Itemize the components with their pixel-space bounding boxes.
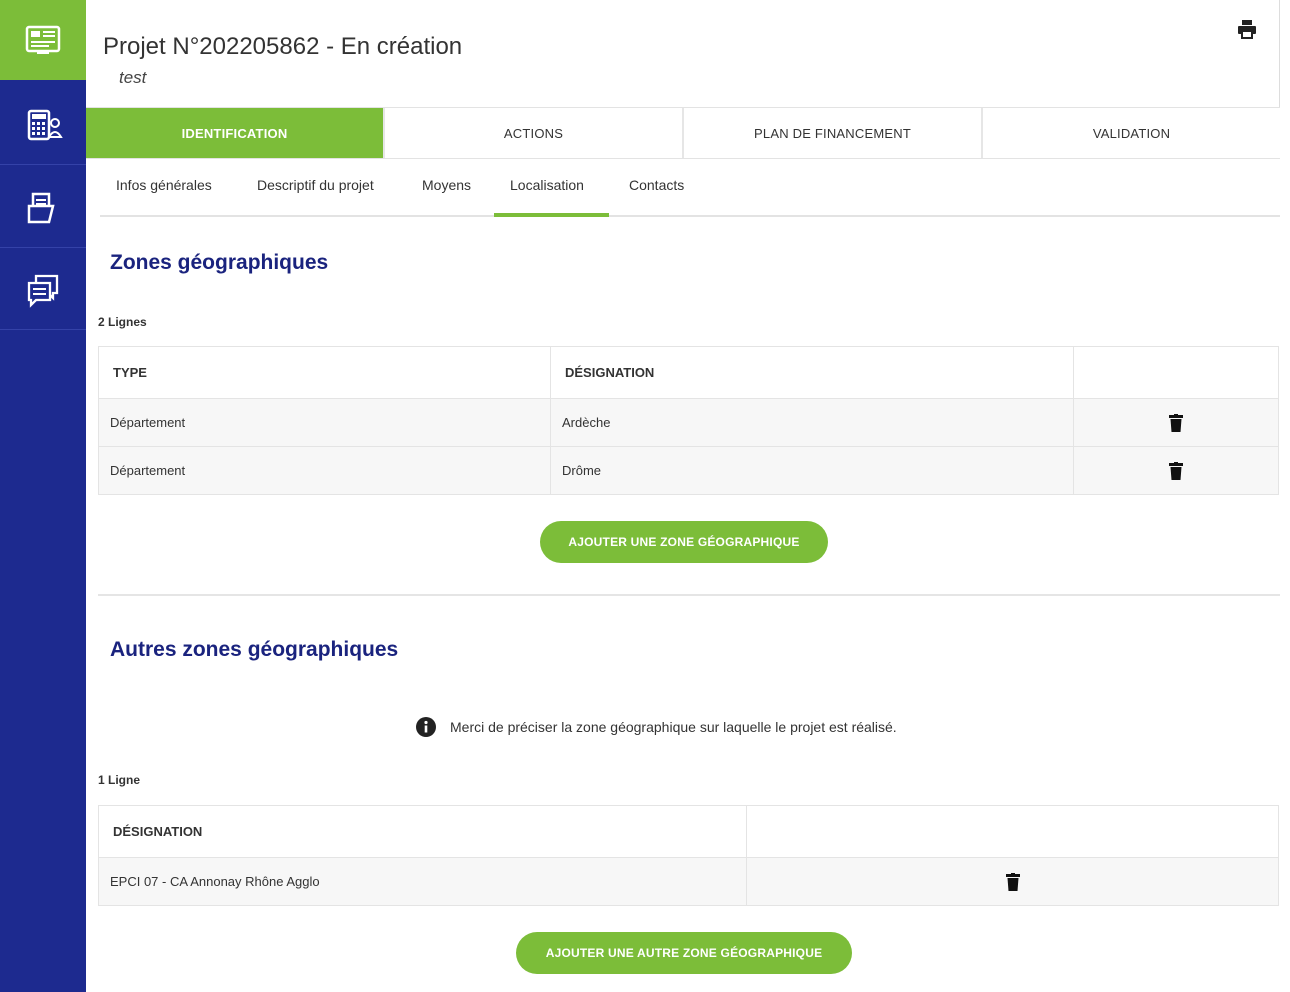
trash-icon[interactable] bbox=[1005, 872, 1020, 891]
table-row: EPCI 07 - CA Annonay Rhône Agglo bbox=[98, 857, 1279, 906]
cell-designation: EPCI 07 - CA Annonay Rhône Agglo bbox=[98, 857, 747, 906]
info-text: Merci de préciser la zone géographique s… bbox=[450, 719, 897, 735]
add-other-zone-button[interactable]: AJOUTER UNE AUTRE ZONE GÉOGRAPHIQUE bbox=[516, 932, 852, 974]
print-icon[interactable] bbox=[1236, 18, 1258, 40]
page-header: Projet N°202205862 - En création test bbox=[86, 0, 1280, 108]
sidebar-item-messages[interactable] bbox=[0, 250, 86, 330]
subtab-contacts[interactable]: Contacts bbox=[629, 177, 684, 193]
cell-type: Département bbox=[98, 446, 551, 495]
column-header-actions bbox=[1073, 346, 1279, 399]
cell-actions bbox=[1073, 398, 1279, 447]
zones-section-title: Zones géographiques bbox=[110, 251, 329, 274]
sidebar-item-documents[interactable] bbox=[0, 168, 86, 248]
sub-tabs: Infos générales Descriptif du projet Moy… bbox=[100, 160, 1280, 217]
column-header-actions bbox=[746, 805, 1279, 858]
subtab-descriptif-du-projet[interactable]: Descriptif du projet bbox=[257, 177, 374, 193]
main-tabs: IDENTIFICATION ACTIONS PLAN DE FINANCEME… bbox=[86, 107, 1280, 159]
other-zones-section-title: Autres zones géographiques bbox=[110, 638, 399, 661]
zones-table: TYPE DÉSIGNATION Département Ardèche Dép… bbox=[98, 346, 1279, 495]
folder-documents-icon bbox=[27, 192, 55, 223]
calculator-user-icon bbox=[27, 109, 63, 140]
chat-messages-icon bbox=[27, 274, 59, 308]
trash-icon[interactable] bbox=[1169, 461, 1183, 480]
cell-type: Département bbox=[98, 398, 551, 447]
sidebar-item-calculator[interactable] bbox=[0, 85, 86, 165]
subtab-moyens[interactable]: Moyens bbox=[422, 177, 471, 193]
dashboard-card-icon bbox=[25, 25, 61, 54]
cell-actions bbox=[746, 857, 1279, 906]
page-subtitle: test bbox=[119, 68, 147, 87]
subtab-infos-generales[interactable]: Infos générales bbox=[116, 177, 212, 193]
table-header-row: DÉSIGNATION bbox=[98, 805, 1279, 858]
other-zones-table: DÉSIGNATION EPCI 07 - CA Annonay Rhône A… bbox=[98, 805, 1279, 906]
table-header-row: TYPE DÉSIGNATION bbox=[98, 346, 1279, 399]
cell-designation: Ardèche bbox=[550, 398, 1074, 447]
info-message: Merci de préciser la zone géographique s… bbox=[416, 717, 897, 737]
zones-row-count: 2 Lignes bbox=[98, 315, 147, 329]
trash-icon[interactable] bbox=[1169, 413, 1183, 432]
sidebar bbox=[0, 0, 86, 992]
info-icon bbox=[416, 717, 436, 737]
cell-designation: Drôme bbox=[550, 446, 1074, 495]
subtab-localisation[interactable]: Localisation bbox=[510, 177, 584, 193]
cell-actions bbox=[1073, 446, 1279, 495]
page-title: Projet N°202205862 - En création bbox=[103, 33, 463, 60]
column-header-designation: DÉSIGNATION bbox=[550, 346, 1074, 399]
tab-plan-de-financement[interactable]: PLAN DE FINANCEMENT bbox=[684, 108, 983, 158]
active-subtab-indicator bbox=[494, 213, 609, 217]
tab-actions[interactable]: ACTIONS bbox=[385, 108, 684, 158]
main-content: Projet N°202205862 - En création test ID… bbox=[86, 0, 1290, 992]
column-header-type: TYPE bbox=[98, 346, 551, 399]
other-zones-row-count: 1 Ligne bbox=[98, 773, 141, 787]
tab-validation[interactable]: VALIDATION bbox=[983, 108, 1280, 158]
sidebar-item-dashboard[interactable] bbox=[0, 0, 86, 80]
table-row: Département Drôme bbox=[98, 446, 1279, 495]
tab-identification[interactable]: IDENTIFICATION bbox=[86, 108, 385, 158]
table-row: Département Ardèche bbox=[98, 398, 1279, 447]
add-zone-button[interactable]: AJOUTER UNE ZONE GÉOGRAPHIQUE bbox=[540, 521, 828, 563]
section-divider bbox=[98, 594, 1280, 596]
column-header-designation: DÉSIGNATION bbox=[98, 805, 747, 858]
